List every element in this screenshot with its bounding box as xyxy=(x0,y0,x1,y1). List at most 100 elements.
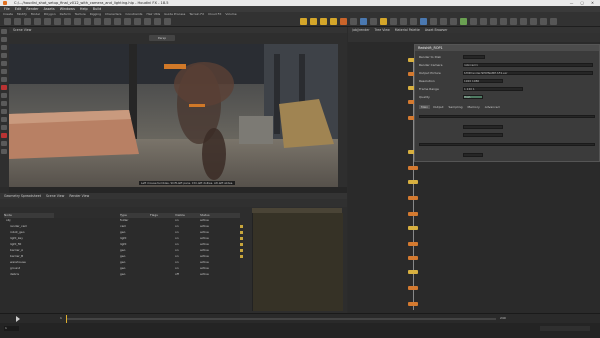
param-field[interactable] xyxy=(463,133,503,137)
group-tool-icon[interactable] xyxy=(1,141,7,146)
shelf-tab[interactable]: Modify xyxy=(17,12,27,16)
box-tool-icon[interactable] xyxy=(4,18,11,25)
extra-tool-icon[interactable] xyxy=(540,18,547,25)
shelf-tab[interactable]: Constraints xyxy=(125,12,142,16)
table-row[interactable]: warehouse geo on active xyxy=(0,260,240,265)
rotate-tool-icon[interactable] xyxy=(1,45,7,50)
menu-assets[interactable]: Assets xyxy=(44,7,55,11)
section-tab[interactable]: Output xyxy=(431,105,445,109)
network-node[interactable] xyxy=(408,256,418,260)
volume-light-icon[interactable] xyxy=(350,18,357,25)
shelf-tab[interactable]: Cloud FX xyxy=(208,12,221,16)
section-tab[interactable]: Advanced xyxy=(483,105,502,109)
file-tool-icon[interactable] xyxy=(164,18,171,25)
geometry-light-icon[interactable] xyxy=(340,18,347,25)
render-region-icon[interactable] xyxy=(1,85,7,90)
curve-tool-icon[interactable] xyxy=(84,18,91,25)
tab-asset-browser[interactable]: Asset Browser xyxy=(425,28,448,32)
menu-help[interactable]: Help xyxy=(80,7,88,11)
lsystem-tool-icon[interactable] xyxy=(144,18,151,25)
distant-light-icon[interactable] xyxy=(360,18,367,25)
shelf-tab[interactable]: Texture xyxy=(75,12,86,16)
network-node[interactable] xyxy=(408,226,418,230)
shelf-tab[interactable]: Terrain FX xyxy=(189,12,204,16)
select-tool-icon[interactable] xyxy=(1,29,7,34)
menu-build[interactable]: Build xyxy=(93,7,102,11)
param-field[interactable] xyxy=(463,153,483,157)
metaball-tool-icon[interactable] xyxy=(154,18,161,25)
mantra-tool-icon[interactable] xyxy=(520,18,527,25)
record-tool-icon[interactable] xyxy=(1,133,7,138)
network-node[interactable] xyxy=(408,166,418,170)
shelf-tab[interactable]: Deform xyxy=(60,12,71,16)
scale-tool-icon[interactable] xyxy=(1,53,7,58)
spot-light-icon[interactable] xyxy=(320,18,327,25)
magnet-tool-icon[interactable] xyxy=(1,101,7,106)
pose-tool-icon[interactable] xyxy=(1,69,7,74)
paint-tool-icon[interactable] xyxy=(1,109,7,114)
shelf-tab[interactable]: Guide Process xyxy=(164,12,185,16)
gamepad-camera-icon[interactable] xyxy=(460,18,467,25)
switcher-icon[interactable] xyxy=(450,18,457,25)
caustic-light-icon[interactable] xyxy=(400,18,407,25)
table-row[interactable]: debris geo off active xyxy=(0,272,240,277)
sphere-tool-icon[interactable] xyxy=(14,18,21,25)
network-node[interactable] xyxy=(408,270,418,274)
gi-light-icon[interactable] xyxy=(390,18,397,25)
display-flag[interactable] xyxy=(240,225,243,228)
tab-render-view[interactable]: Render View xyxy=(69,194,89,198)
grid-tool-icon[interactable] xyxy=(44,18,51,25)
menu-render[interactable]: Render xyxy=(26,7,38,11)
table-row[interactable]: light_key light on active xyxy=(0,236,240,241)
timeline-track[interactable] xyxy=(66,318,496,320)
view-tool-icon[interactable] xyxy=(1,77,7,82)
table-row[interactable]: ground geo on active xyxy=(0,266,240,271)
menu-edit[interactable]: Edit xyxy=(15,7,22,11)
null-tool-icon[interactable] xyxy=(54,18,61,25)
menu-windows[interactable]: Windows xyxy=(60,7,75,11)
handle-tool-icon[interactable] xyxy=(1,61,7,66)
table-row[interactable]: robot_geo geo on active xyxy=(0,230,240,235)
display-flag[interactable] xyxy=(240,243,243,246)
camera-tool-icon[interactable] xyxy=(300,18,307,25)
display-flag[interactable] xyxy=(240,237,243,240)
resolution-field[interactable]: 1920 1080 xyxy=(463,79,503,83)
shelf-tab[interactable]: Model xyxy=(31,12,40,16)
network-node[interactable] xyxy=(408,302,418,306)
network-node[interactable] xyxy=(408,212,418,216)
table-row[interactable]: barrier_A geo on active xyxy=(0,248,240,253)
platonic-tool-icon[interactable] xyxy=(134,18,141,25)
output-field[interactable]: $HIP/render/$HIPNAME.$F4.exr xyxy=(463,71,593,75)
circle-tool-icon[interactable] xyxy=(74,18,81,25)
quality-field[interactable]: High xyxy=(463,95,483,99)
section-tab[interactable]: Sampling xyxy=(447,105,465,109)
tube-tool-icon[interactable] xyxy=(24,18,31,25)
render-tool-icon[interactable] xyxy=(470,18,477,25)
network-node[interactable] xyxy=(408,196,418,200)
area-light-icon[interactable] xyxy=(330,18,337,25)
table-row[interactable]: barrier_B geo on active xyxy=(0,254,240,259)
portal-light-icon[interactable] xyxy=(410,18,417,25)
playhead[interactable] xyxy=(66,315,67,323)
measure-tool-icon[interactable] xyxy=(1,117,7,122)
shelf-tab[interactable]: Volume xyxy=(225,12,236,16)
tab-scene-view[interactable]: Scene View xyxy=(46,194,64,198)
layout-tool-icon[interactable] xyxy=(530,18,537,25)
network-node[interactable] xyxy=(408,180,418,184)
draw-curve-icon[interactable] xyxy=(94,18,101,25)
align-tool-icon[interactable] xyxy=(1,125,7,130)
stereo-camera-icon[interactable] xyxy=(430,18,437,25)
camera-menu[interactable]: Persp xyxy=(149,35,175,41)
torus-tool-icon[interactable] xyxy=(34,18,41,25)
shelf-tab[interactable]: Hair Utils xyxy=(146,12,160,16)
table-row[interactable]: render_cam cam on active xyxy=(0,224,240,229)
tab-tree-view[interactable]: Tree View xyxy=(375,28,390,32)
tab-scene-view[interactable]: Scene View xyxy=(13,28,31,32)
path-tool-icon[interactable] xyxy=(104,18,111,25)
shelf-tab[interactable]: Create xyxy=(3,12,13,16)
shelf-tab[interactable]: Rigging xyxy=(90,12,101,16)
shelf-tab[interactable]: Characters xyxy=(105,12,121,16)
snap-tool-icon[interactable] xyxy=(1,93,7,98)
menu-file[interactable]: File xyxy=(4,7,10,11)
render-button[interactable] xyxy=(463,55,485,59)
